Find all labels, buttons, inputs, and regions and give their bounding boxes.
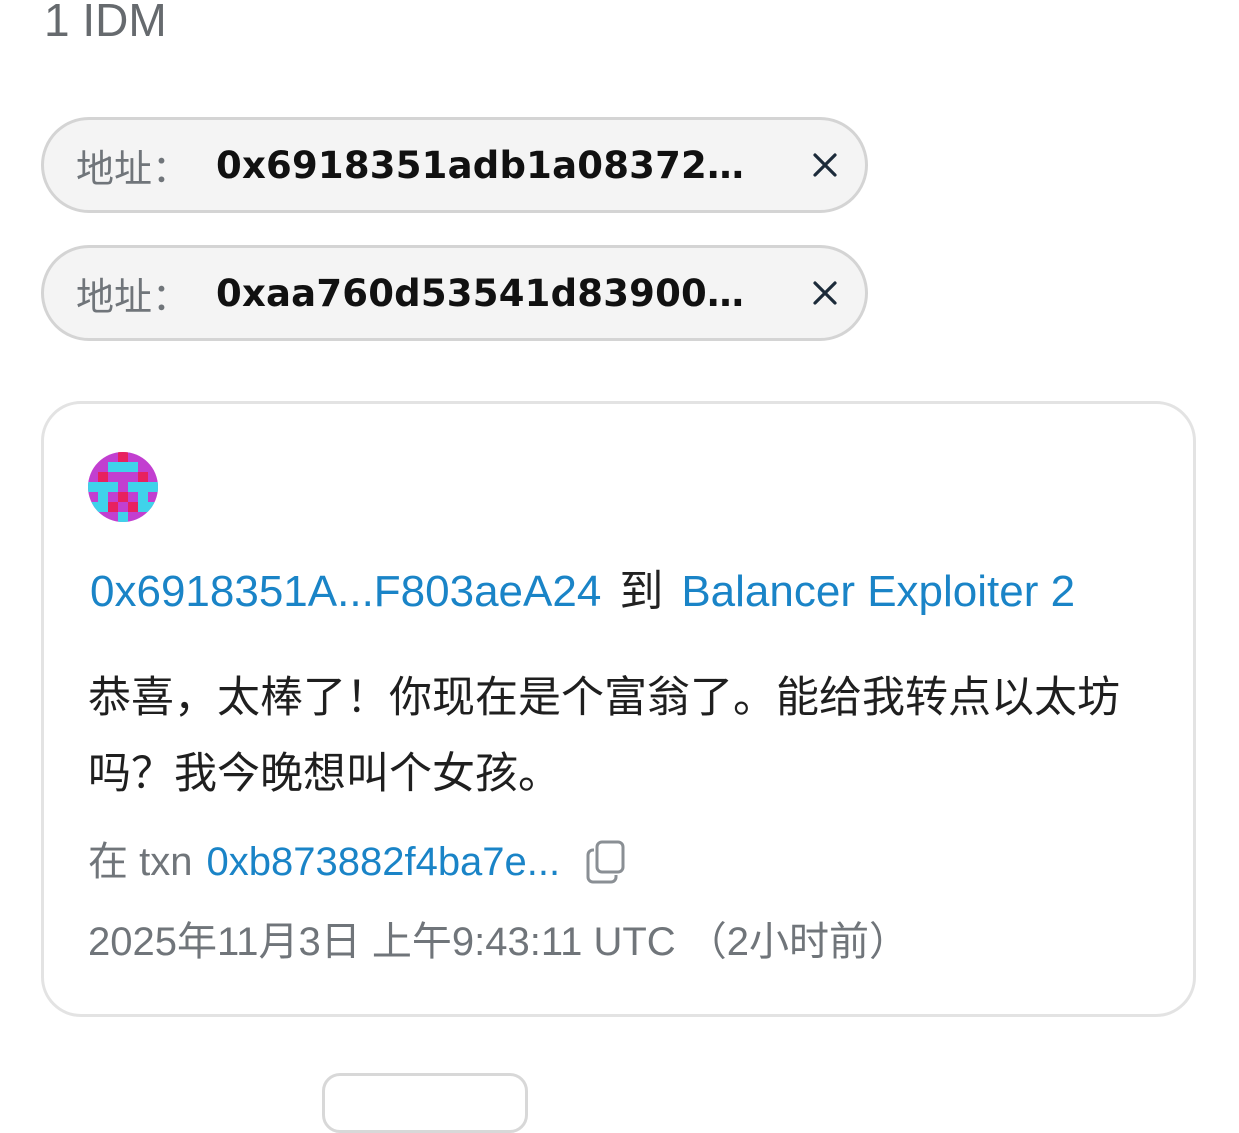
txn-hash-link[interactable]: 0xb873882f4ba7e... [206,834,560,890]
filter-key-label: 地址： [76,274,191,319]
to-label: 到 [619,566,664,617]
filter-key-label: 地址： [76,146,191,191]
transaction-line: 在 txn 0xb873882f4ba7e... [88,834,626,890]
timestamp: 2025年11月3日 上午9:43:11 UTC （2小时前） [88,920,910,964]
result-count: 1 IDM [44,0,167,46]
close-icon[interactable] [808,276,842,310]
avatar[interactable] [88,452,158,522]
filter-address-value: 0xaa760d53541d8390074... [216,271,768,315]
sender-address-link[interactable]: 0x6918351A...F803aeA24 [90,567,601,616]
message-card: 0x6918351A...F803aeA24 到 Balancer Exploite… [41,401,1196,1017]
recipient-link[interactable]: Balancer Exploiter 2 [681,567,1075,616]
pagination-button[interactable] [322,1073,528,1133]
address-filter-chip[interactable]: 地址： 0xaa760d53541d8390074... [41,245,868,341]
txn-prefix: 在 txn [88,840,193,884]
message-text: 恭喜，太棒了！你现在是个富翁了。能给我转点以太坊吗？我今晚想叫个女孩。 [88,673,1120,799]
filter-address-value: 0x6918351adb1a08372d4... [216,143,768,187]
close-icon[interactable] [808,148,842,182]
copy-icon[interactable] [586,840,626,884]
address-filter-chip[interactable]: 地址： 0x6918351adb1a08372d4... [41,117,868,213]
message-route: 0x6918351A...F803aeA24 到 Balancer Exploite… [90,562,1075,622]
